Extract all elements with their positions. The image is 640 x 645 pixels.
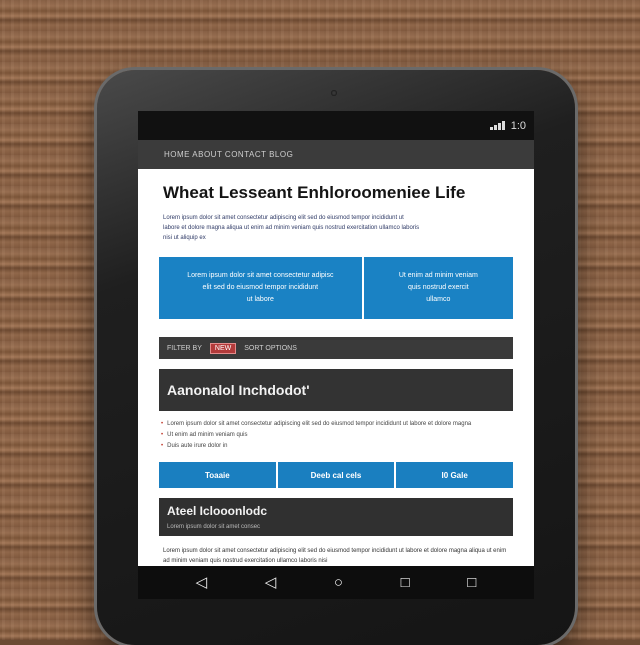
- tab-row: Toaaie Deeb cal cels I0 Gale: [159, 462, 514, 488]
- page-title: Wheat Lesseant Enhloroomeniee Life: [163, 183, 466, 202]
- status-clock: 1:0: [510, 119, 526, 132]
- sort-label[interactable]: SORT OPTIONS: [244, 345, 297, 352]
- front-camera: [331, 90, 337, 96]
- outro-paragraph: Lorem ipsum dolor sit amet consectetur a…: [163, 548, 507, 564]
- intro-line: nisi ut aliquip ex: [163, 235, 206, 241]
- bullet-list: • Lorem ipsum dolor sit amet consectetur …: [161, 419, 513, 452]
- callout-line: Lorem ipsum dolor sit amet consectetur a…: [187, 272, 334, 279]
- intro-line: Lorem ipsum dolor sit amet consectetur a…: [163, 215, 404, 221]
- bullet-icon: •: [161, 432, 164, 438]
- filter-bar[interactable]: FILTER BY NEW SORT OPTIONS: [159, 337, 513, 359]
- site-nav-text[interactable]: HOME ABOUT CONTACT BLOG: [164, 150, 293, 159]
- android-nav-bar: ◁ ◁ ○ □ □: [138, 566, 534, 599]
- section-subtitle: Lorem ipsum dolor sit amet consec: [167, 524, 261, 530]
- new-badge[interactable]: NEW: [209, 342, 237, 354]
- recents-icon[interactable]: □: [467, 575, 476, 590]
- back-icon[interactable]: ◁: [196, 575, 208, 590]
- site-navigation[interactable]: HOME ABOUT CONTACT BLOG: [138, 140, 534, 169]
- recents-icon[interactable]: □: [401, 575, 410, 590]
- section-heading: Aanonalol Inchdodot': [159, 369, 513, 411]
- intro-paragraph: Lorem ipsum dolor sit amet consectetur a…: [163, 213, 513, 243]
- tablet-screen: 1:0 HOME ABOUT CONTACT BLOG Wheat Lessea…: [138, 111, 534, 599]
- list-item: • Ut enim ad minim veniam quis: [161, 430, 513, 441]
- list-item: • Lorem ipsum dolor sit amet consectetur …: [161, 419, 513, 430]
- callout-line: elit sed do eiusmod tempor incididunt: [202, 284, 319, 291]
- filter-label[interactable]: FILTER BY: [167, 345, 202, 352]
- signal-icon: [489, 121, 505, 130]
- home-icon[interactable]: ○: [334, 575, 343, 590]
- callout-line: ut labore: [246, 296, 274, 303]
- callout-left[interactable]: Lorem ipsum dolor sit amet consectetur a…: [159, 257, 362, 319]
- back-icon[interactable]: ◁: [265, 575, 277, 590]
- bullet-icon: •: [161, 421, 164, 427]
- intro-line: labore et dolore magna aliqua ut enim ad…: [163, 225, 420, 231]
- callout-right[interactable]: Ut enim ad minim veniam quis nostrud exe…: [363, 257, 513, 319]
- callout-line: Ut enim ad minim veniam: [398, 272, 478, 279]
- bullet-icon: •: [161, 443, 164, 449]
- callout-line: ullamco: [426, 296, 451, 303]
- tab-3[interactable]: I0 Gale: [396, 462, 514, 488]
- status-bar: 1:0: [138, 111, 534, 140]
- tablet-device: 1:0 HOME ABOUT CONTACT BLOG Wheat Lessea…: [97, 70, 575, 645]
- callout-row: Lorem ipsum dolor sit amet consectetur a…: [159, 257, 513, 319]
- list-item: • Duis aute irure dolor in: [161, 441, 513, 452]
- tab-2[interactable]: Deeb cal cels: [277, 462, 395, 488]
- section-title: Ateel Iclooonlodc: [167, 504, 268, 518]
- section-heading-secondary: Ateel Iclooonlodc Lorem ipsum dolor sit …: [159, 498, 513, 536]
- page-content: Wheat Lesseant Enhloroomeniee Life Lorem…: [138, 183, 534, 566]
- callout-line: quis nostrud exercit: [407, 284, 469, 291]
- tab-1[interactable]: Toaaie: [159, 462, 276, 488]
